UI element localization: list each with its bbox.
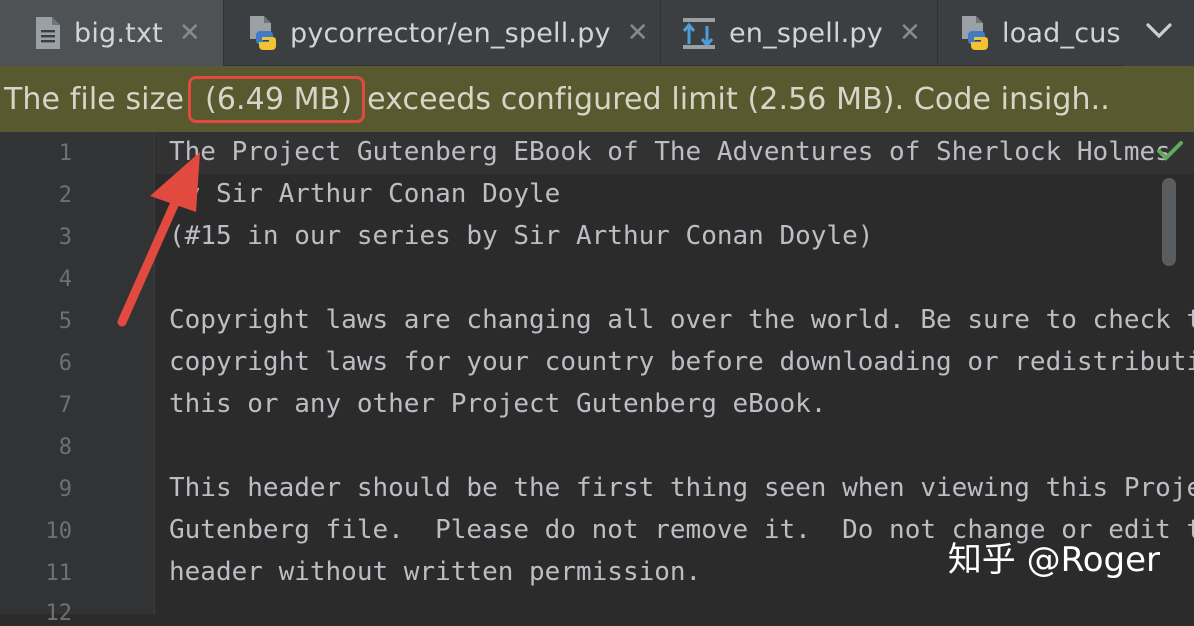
line-number-gutter: 1 2 3 4 5 6 7 8 9 10 11 12 xyxy=(0,132,155,626)
code-line[interactable]: header without written permission. xyxy=(169,557,701,587)
tab-label: load_cus xyxy=(1002,17,1121,49)
close-icon[interactable]: ✕ xyxy=(627,18,649,48)
code-line[interactable]: The Project Gutenberg EBook of The Adven… xyxy=(169,137,1171,167)
tab-overflow-button[interactable] xyxy=(1124,0,1194,66)
inspection-ok-check-icon[interactable] xyxy=(1156,140,1184,166)
vertical-scrollbar-thumb[interactable] xyxy=(1162,178,1176,266)
code-line[interactable]: (#15 in our series by Sir Arthur Conan D… xyxy=(169,221,873,251)
python-file-icon xyxy=(960,15,990,51)
code-line[interactable]: this or any other Project Gutenberg eBoo… xyxy=(169,389,826,419)
file-size-warning-banner: The file size (6.49 MB) exceeds configur… xyxy=(0,66,1194,132)
tab-label: en_spell.py xyxy=(729,17,883,49)
watermark: 知乎 @Roger xyxy=(947,540,1160,580)
diff-file-icon xyxy=(681,16,717,50)
tab-pycorrector-en-spell[interactable]: pycorrector/en_spell.py ✕ xyxy=(224,0,661,66)
line-number: 7 xyxy=(58,393,72,418)
line-number: 1 xyxy=(58,141,72,166)
close-icon[interactable]: ✕ xyxy=(899,18,921,48)
line-number: 9 xyxy=(58,477,72,502)
tab-big-txt[interactable]: big.txt ✕ xyxy=(0,0,224,66)
line-number: 11 xyxy=(45,561,73,586)
editor-tab-bar: big.txt ✕ pycorrector/en_spell.py ✕ en_s… xyxy=(0,0,1194,66)
line-number: 6 xyxy=(58,351,72,376)
code-line[interactable]: This header should be the first thing se… xyxy=(169,473,1194,503)
file-size-highlight: (6.49 MB) xyxy=(188,75,366,123)
line-number: 5 xyxy=(58,309,72,334)
text-file-icon xyxy=(34,16,62,50)
python-file-icon xyxy=(248,15,278,51)
line-number: 2 xyxy=(58,183,72,208)
code-line[interactable]: Copyright laws are changing all over the… xyxy=(169,305,1194,335)
close-icon[interactable]: ✕ xyxy=(179,18,201,48)
line-number: 8 xyxy=(58,435,72,460)
banner-prefix: The file size xyxy=(4,81,185,117)
chevron-down-icon xyxy=(1145,22,1173,44)
line-number: 3 xyxy=(58,225,72,250)
tab-label: pycorrector/en_spell.py xyxy=(290,17,611,49)
line-number: 10 xyxy=(45,519,73,544)
code-line[interactable]: copyright laws for your country before d… xyxy=(169,347,1194,377)
banner-suffix: exceeds configured limit (2.56 MB). Code… xyxy=(367,81,1110,117)
code-line[interactable]: by Sir Arthur Conan Doyle xyxy=(169,179,560,209)
tab-label: big.txt xyxy=(74,17,163,49)
tab-en-spell[interactable]: en_spell.py ✕ xyxy=(661,0,938,66)
line-number: 4 xyxy=(58,267,72,292)
